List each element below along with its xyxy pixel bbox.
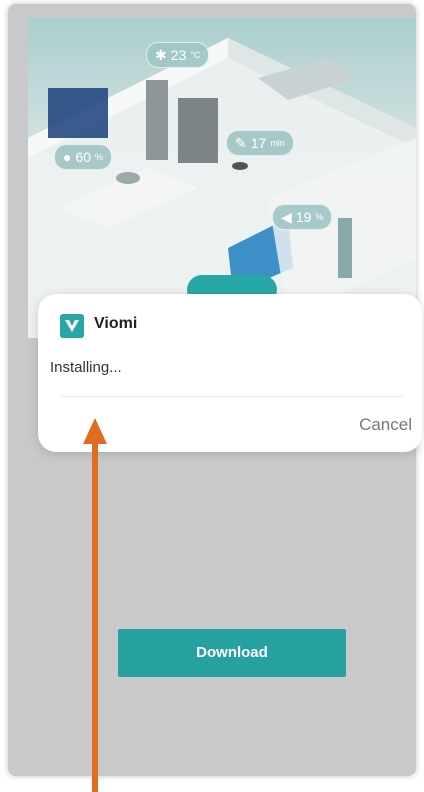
- annotation-arrow-icon: [83, 418, 107, 792]
- temperature-unit: °C: [190, 50, 201, 60]
- cleaning-unit: min: [270, 138, 285, 148]
- cancel-button[interactable]: Cancel: [359, 415, 412, 435]
- light-value: 60: [75, 149, 92, 165]
- install-status: Installing...: [50, 359, 122, 376]
- bulb-icon: ●: [63, 149, 72, 165]
- light-unit: %: [95, 152, 104, 162]
- download-button[interactable]: Download: [118, 629, 346, 677]
- temperature-value: 23: [170, 47, 187, 63]
- cleaning-bubble: ✎ 17 min: [226, 130, 294, 156]
- temperature-bubble: ✱ 23 °C: [146, 42, 210, 68]
- divider: [60, 396, 404, 397]
- speaker-icon: ◀: [281, 209, 292, 225]
- volume-value: 19: [295, 209, 312, 225]
- cleaning-value: 17: [250, 135, 267, 151]
- volume-unit: %: [315, 212, 324, 222]
- broom-icon: ✎: [235, 135, 247, 151]
- app-name: Viomi: [94, 315, 138, 332]
- snowflake-icon: ✱: [155, 47, 167, 63]
- volume-bubble: ◀ 19%: [272, 204, 333, 230]
- viomi-logo-icon: [60, 314, 84, 338]
- light-bubble: ● 60%: [54, 144, 113, 170]
